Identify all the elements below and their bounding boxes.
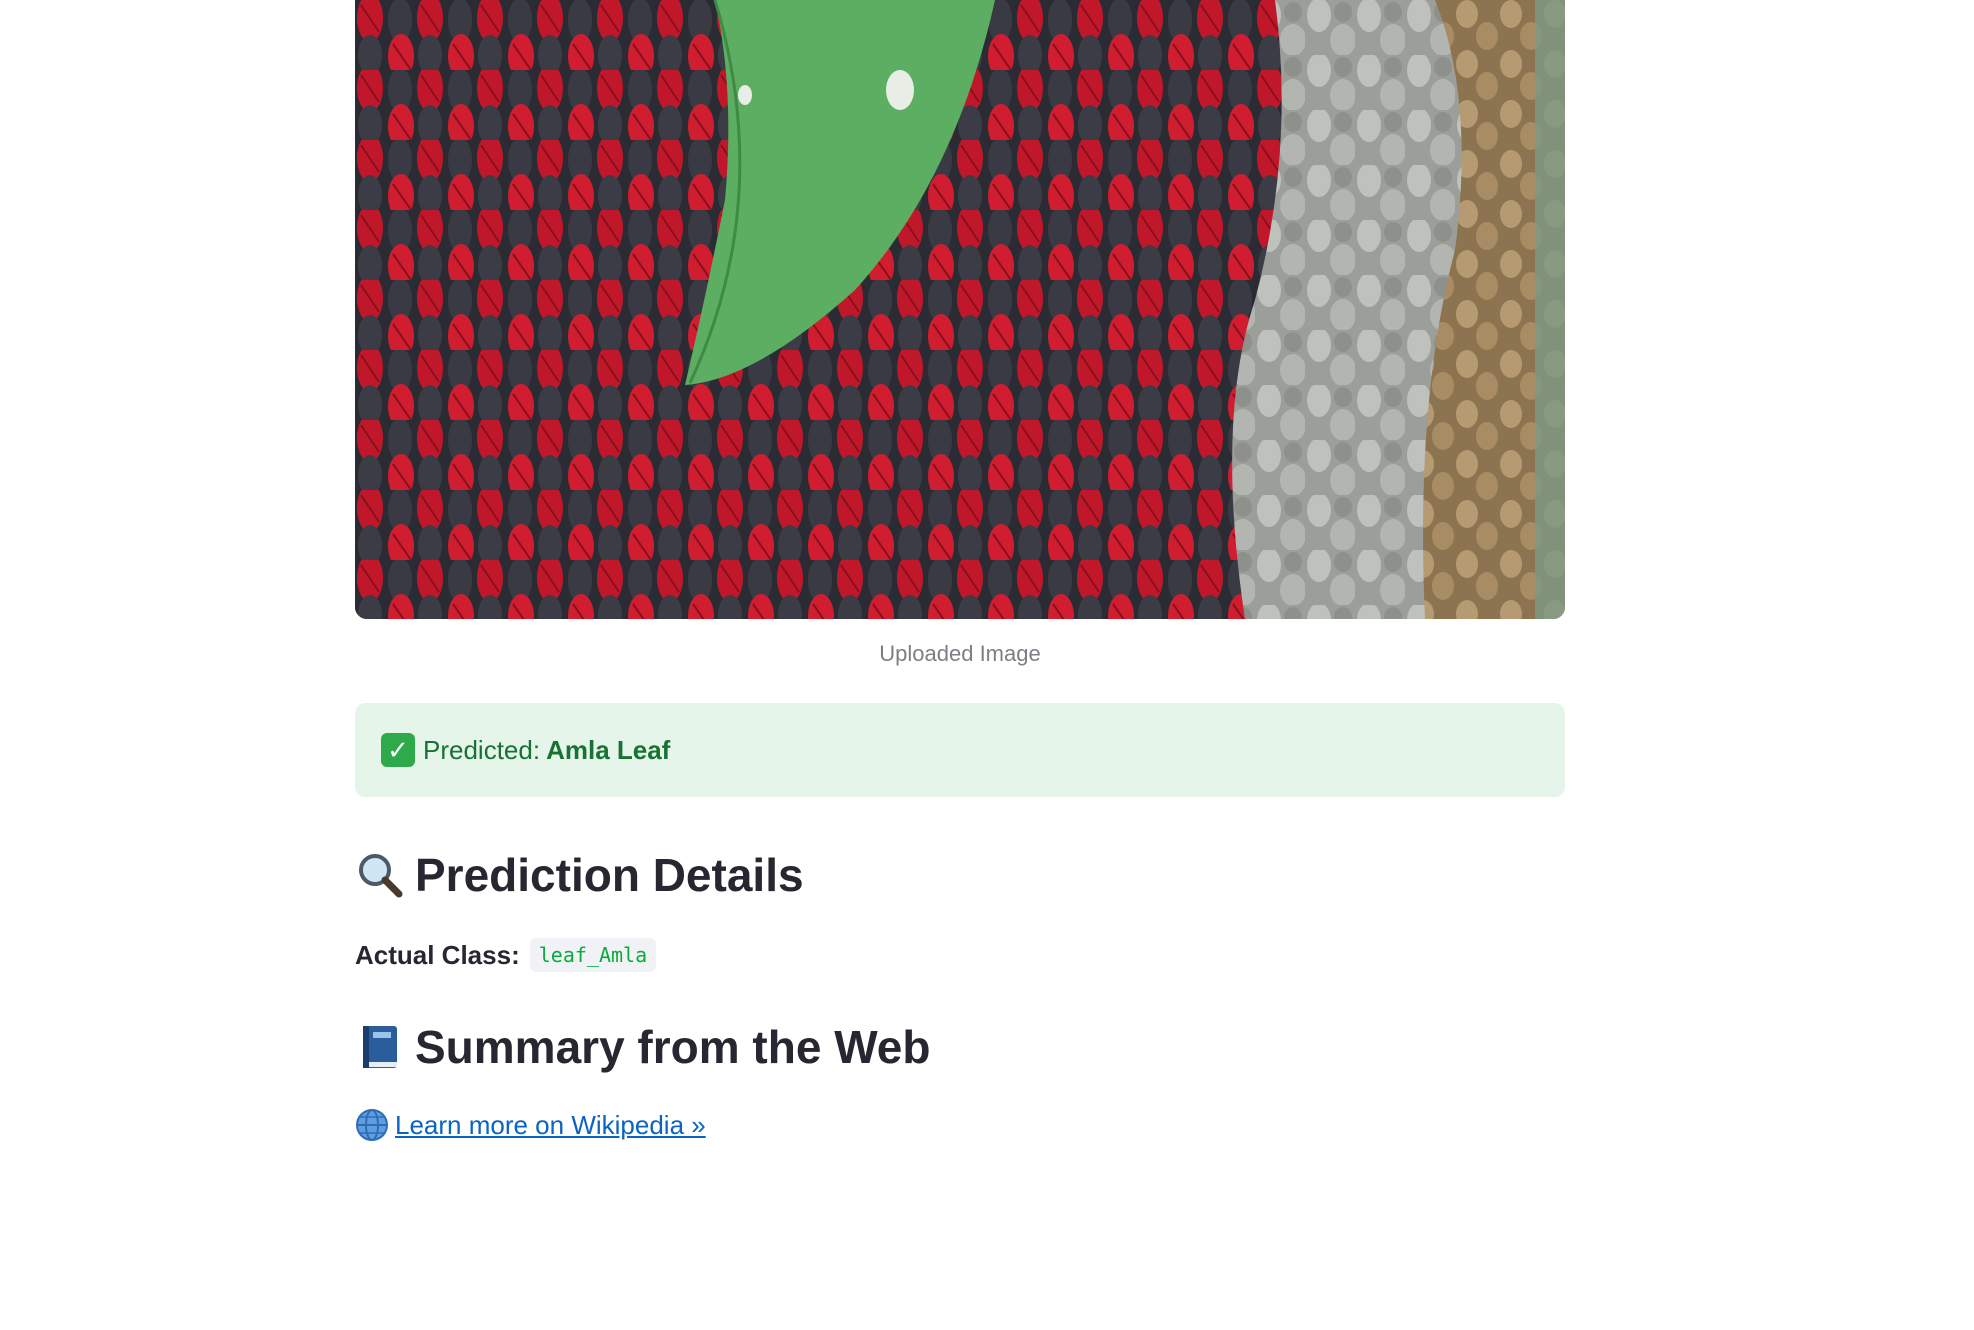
globe-icon <box>355 1108 389 1142</box>
book-icon <box>355 1022 405 1072</box>
prediction-details-heading: Prediction Details <box>355 845 1565 905</box>
check-mark-icon: ✓ <box>381 733 415 767</box>
actual-class-value: leaf_Amla <box>529 938 657 972</box>
wikipedia-link[interactable]: Learn more on Wikipedia » <box>395 1110 706 1141</box>
actual-class-label: Actual Class: <box>355 939 520 970</box>
summary-heading: Summary from the Web <box>355 1017 1565 1077</box>
prediction-label: Predicted: <box>423 734 541 765</box>
prediction-value: Amla Leaf <box>546 734 671 765</box>
prediction-alert: ✓ Predicted: Amla Leaf <box>355 703 1565 797</box>
actual-class-row: Actual Class: leaf_Amla <box>355 935 1565 975</box>
magnifier-icon <box>355 850 405 900</box>
uploaded-image <box>355 0 1565 619</box>
image-caption: Uploaded Image <box>879 641 1041 666</box>
wikipedia-link-row[interactable]: Learn more on Wikipedia » <box>355 1105 1565 1145</box>
main-content: Uploaded Image ✓ Predicted: Amla Leaf Pr… <box>355 0 1565 1145</box>
